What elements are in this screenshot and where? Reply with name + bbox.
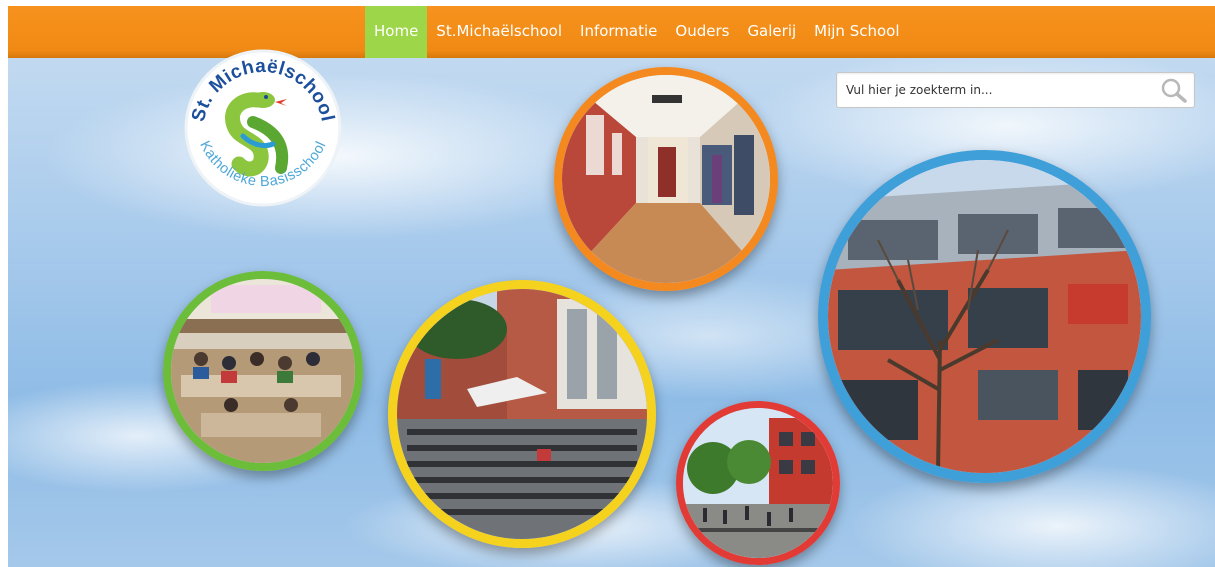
building-photo — [828, 160, 1141, 473]
photo-circle-playground[interactable] — [676, 401, 840, 565]
school-logo[interactable]: St. Michaëlschool Katholieke Basisschool — [183, 48, 343, 208]
classroom-photo — [171, 279, 355, 463]
nav-mijn-school[interactable]: Mijn School — [805, 6, 908, 58]
nav-galerij[interactable]: Galerij — [738, 6, 805, 58]
nav-informatie[interactable]: Informatie — [571, 6, 666, 58]
nav-ouders[interactable]: Ouders — [666, 6, 738, 58]
snake-logo-icon: St. Michaëlschool Katholieke Basisschool — [184, 49, 342, 207]
photo-circle-classroom[interactable] — [163, 271, 363, 471]
nav-home[interactable]: Home — [365, 6, 428, 58]
page-frame: Home St.Michaëlschool Informatie Ouders … — [8, 6, 1215, 567]
photo-circle-building[interactable] — [818, 150, 1151, 483]
photo-circle-courtyard[interactable] — [388, 280, 656, 548]
main-nav: Home St.Michaëlschool Informatie Ouders … — [365, 6, 909, 58]
photo-circle-hallway[interactable] — [554, 67, 778, 291]
search-box — [836, 72, 1195, 108]
courtyard-photo — [397, 289, 647, 539]
hallway-photo — [562, 75, 770, 283]
nav-st-michaelschool[interactable]: St.Michaëlschool — [427, 6, 571, 58]
playground-photo — [683, 408, 833, 558]
search-input[interactable] — [837, 73, 1156, 107]
search-icon — [1161, 78, 1187, 103]
search-button[interactable] — [1160, 77, 1188, 103]
